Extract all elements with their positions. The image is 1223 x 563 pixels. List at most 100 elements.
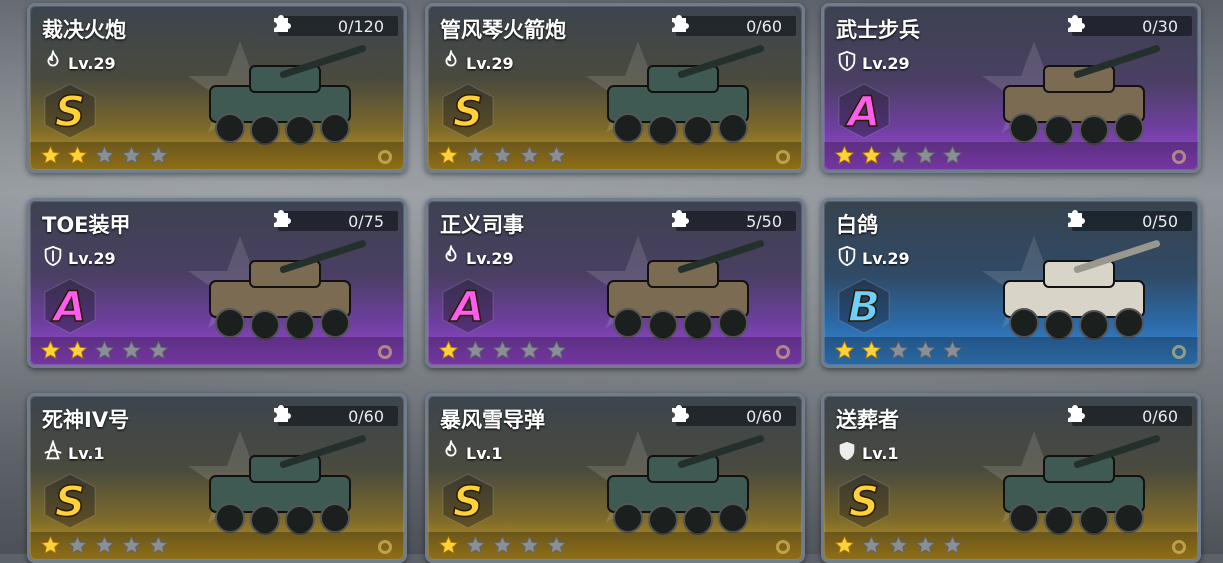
star-rating: [834, 535, 963, 556]
level-text: Lv.1: [466, 443, 503, 463]
vehicle-card[interactable]: 管风琴火箭炮 Lv.29 0/60 S: [425, 3, 805, 173]
star-empty-icon: [888, 340, 909, 361]
vehicle-name: 管风琴火箭炮: [440, 18, 566, 42]
fragment-counter: 0/120: [274, 15, 398, 36]
star-empty-icon: [492, 535, 513, 556]
level-text: Lv.1: [862, 443, 899, 463]
star-rating: [438, 145, 567, 166]
self-propelled-artillery-truck-icon: [180, 34, 380, 154]
rocket-launcher-truck-icon: [578, 34, 778, 154]
rank-badge: A: [836, 82, 892, 140]
star-rating: [438, 340, 567, 361]
star-empty-icon: [148, 535, 169, 556]
star-filled-icon: [40, 145, 61, 166]
star-empty-icon: [121, 340, 142, 361]
fragment-count: 0/30: [1142, 17, 1178, 36]
ambulance-apc-icon: [974, 229, 1174, 349]
rank-badge: S: [42, 472, 98, 530]
vehicle-level: Lv.29: [42, 48, 116, 76]
level-text: Lv.29: [862, 53, 910, 73]
heavy-gun-tracked-icon: [180, 424, 380, 544]
vehicle-card[interactable]: TOE装甲 Lv.29 0/75 A: [27, 198, 407, 368]
ring-icon: [1172, 345, 1186, 359]
fragment-counter: 0/60: [1068, 405, 1192, 426]
star-empty-icon: [492, 340, 513, 361]
rank-badge: S: [42, 82, 98, 140]
star-empty-icon: [148, 340, 169, 361]
star-rating: [40, 145, 169, 166]
svg-text:A: A: [845, 87, 881, 136]
vehicle-name: 武士步兵: [836, 18, 920, 42]
puzzle-piece-icon: [666, 10, 694, 38]
star-rating-bar: [824, 532, 1198, 560]
vehicle-name: 暴风雪导弹: [440, 408, 545, 432]
star-rating-bar: [428, 142, 802, 170]
assault-class-icon: [42, 438, 64, 466]
star-empty-icon: [121, 145, 142, 166]
star-filled-icon: [834, 340, 855, 361]
star-empty-icon: [492, 145, 513, 166]
star-filled-icon: [67, 340, 88, 361]
svg-text:A: A: [51, 282, 87, 331]
vehicle-card[interactable]: 正义司事 Lv.29 5/50 A: [425, 198, 805, 368]
fragment-counter: 0/50: [1068, 210, 1192, 231]
puzzle-piece-icon: [666, 400, 694, 428]
vehicle-level: Lv.29: [836, 245, 910, 271]
vehicle-card[interactable]: 死神IV号 Lv.1 0/60 S: [27, 393, 407, 563]
fire-class-icon: [440, 438, 462, 466]
star-filled-icon: [40, 535, 61, 556]
vehicle-card[interactable]: 送葬者 Lv.1 0/60 S: [821, 393, 1201, 563]
puzzle-piece-icon: [1062, 205, 1090, 233]
vehicle-name: TOE装甲: [42, 213, 131, 237]
star-empty-icon: [942, 535, 963, 556]
star-empty-icon: [465, 145, 486, 166]
star-rating: [40, 340, 169, 361]
star-empty-icon: [915, 535, 936, 556]
level-text: Lv.29: [466, 53, 514, 73]
fragment-count: 0/60: [1142, 407, 1178, 426]
fragment-counter: 0/30: [1068, 15, 1192, 36]
star-filled-icon: [67, 145, 88, 166]
star-empty-icon: [915, 340, 936, 361]
star-rating-bar: [428, 337, 802, 365]
fragment-counter: 0/60: [274, 405, 398, 426]
star-filled-icon: [438, 535, 459, 556]
star-rating: [834, 145, 963, 166]
star-empty-icon: [888, 145, 909, 166]
star-rating-bar: [824, 337, 1198, 365]
ring-icon: [1172, 150, 1186, 164]
vehicle-card[interactable]: 白鸽 Lv.29 0/50 B: [821, 198, 1201, 368]
puzzle-piece-icon: [1062, 400, 1090, 428]
star-empty-icon: [94, 340, 115, 361]
rank-badge: S: [440, 82, 496, 140]
star-empty-icon: [888, 535, 909, 556]
armored-car-icon: [180, 229, 380, 349]
vehicle-card[interactable]: 裁决火炮 Lv.29 0/120 S: [27, 3, 407, 173]
star-filled-icon: [40, 340, 61, 361]
vehicle-name: 裁决火炮: [42, 18, 126, 42]
fragment-count: 0/75: [348, 212, 384, 231]
level-text: Lv.29: [466, 248, 514, 268]
fragment-counter: 0/75: [274, 210, 398, 231]
fragment-count: 5/50: [746, 212, 782, 231]
svg-text:S: S: [55, 87, 85, 136]
rank-badge: A: [440, 277, 496, 335]
svg-text:S: S: [453, 477, 483, 526]
vehicle-name: 白鸽: [836, 213, 878, 237]
vehicle-name: 送葬者: [836, 408, 899, 432]
fire-class-icon: [440, 48, 462, 76]
star-rating-bar: [824, 142, 1198, 170]
fire-class-icon: [440, 243, 462, 271]
tracked-howitzer-icon: [578, 229, 778, 349]
vehicle-card[interactable]: 武士步兵 Lv.29 0/30 A: [821, 3, 1201, 173]
vehicle-level: Lv.1: [440, 438, 503, 466]
star-rating: [40, 535, 169, 556]
vehicle-level: Lv.1: [836, 440, 899, 466]
star-empty-icon: [465, 535, 486, 556]
ring-icon: [378, 150, 392, 164]
vehicle-card[interactable]: 暴风雪导弹 Lv.1 0/60 S: [425, 393, 805, 563]
fragment-counter: 0/60: [672, 15, 796, 36]
star-empty-icon: [519, 340, 540, 361]
star-empty-icon: [519, 145, 540, 166]
vehicle-name: 死神IV号: [42, 408, 130, 432]
